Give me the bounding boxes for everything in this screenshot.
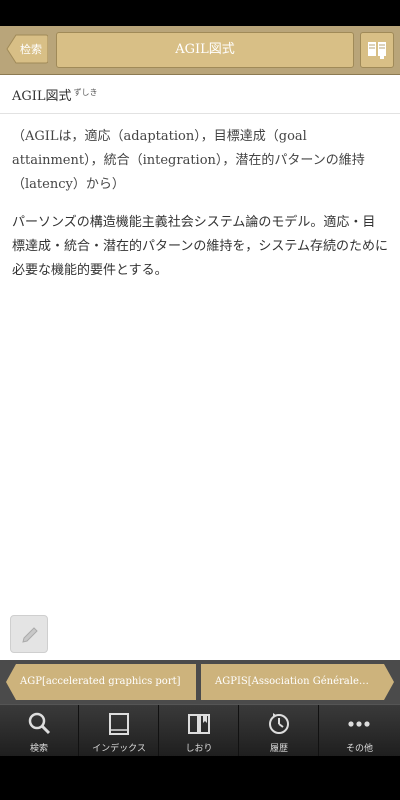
next-entry-button[interactable]: AGPIS[Association Générale… — [201, 664, 394, 700]
tab-bookmark-label: しおり — [185, 744, 213, 754]
navigation-bar: 检索 AGIL図式 — [0, 26, 400, 75]
headword-divider — [0, 113, 400, 114]
dictionary-book-button[interactable] — [360, 32, 394, 68]
tab-more-label: その他 — [345, 744, 373, 754]
tab-index-label: インデックス — [92, 744, 146, 754]
definition-etymology: （AGILは，適応（adaptation），目標達成（goal attainme… — [12, 129, 365, 192]
more-icon — [348, 721, 370, 727]
headword-text: AGIL図式 — [12, 89, 72, 104]
entry-headword: AGIL図式 ずしき — [12, 85, 98, 104]
tab-bar: 検索 インデックス しおり 履歴 その他 — [0, 704, 400, 757]
back-button-label: 检索 — [20, 43, 42, 56]
definition-body: パーソンズの構造機能主義社会システム論のモデル。適応・目標達成・統合・潜在的パタ… — [12, 215, 388, 278]
headword-reading: ずしき — [73, 87, 98, 97]
page-title: AGIL図式 — [56, 32, 354, 68]
book-icon — [109, 713, 129, 735]
tab-search-label: 検索 — [29, 744, 48, 754]
book-open-icon — [368, 42, 386, 59]
previous-entry-button[interactable]: AGP[accelerated graphics port] — [6, 664, 196, 700]
tab-history-label: 履歴 — [269, 744, 288, 754]
tab-more[interactable]: その他 — [320, 705, 399, 757]
tab-index[interactable]: インデックス — [80, 705, 159, 757]
entry-content: AGIL図式 ずしき （AGILは，適応（adaptation），目標達成（goa… — [0, 75, 400, 660]
tab-search[interactable]: 検索 — [0, 705, 79, 757]
bookmark-icon — [188, 714, 210, 734]
tab-history[interactable]: 履歴 — [240, 705, 319, 757]
adjacent-entries-bar: AGP[accelerated graphics port] AGPIS[Ass… — [0, 660, 400, 704]
search-icon — [28, 712, 51, 735]
history-icon — [269, 713, 289, 734]
tab-bookmark[interactable]: しおり — [160, 705, 239, 757]
status-bar — [0, 0, 400, 26]
home-indicator-area — [0, 756, 400, 800]
pencil-icon — [22, 627, 38, 643]
back-button[interactable]: 检索 — [6, 34, 48, 64]
note-edit-button[interactable] — [10, 615, 48, 653]
